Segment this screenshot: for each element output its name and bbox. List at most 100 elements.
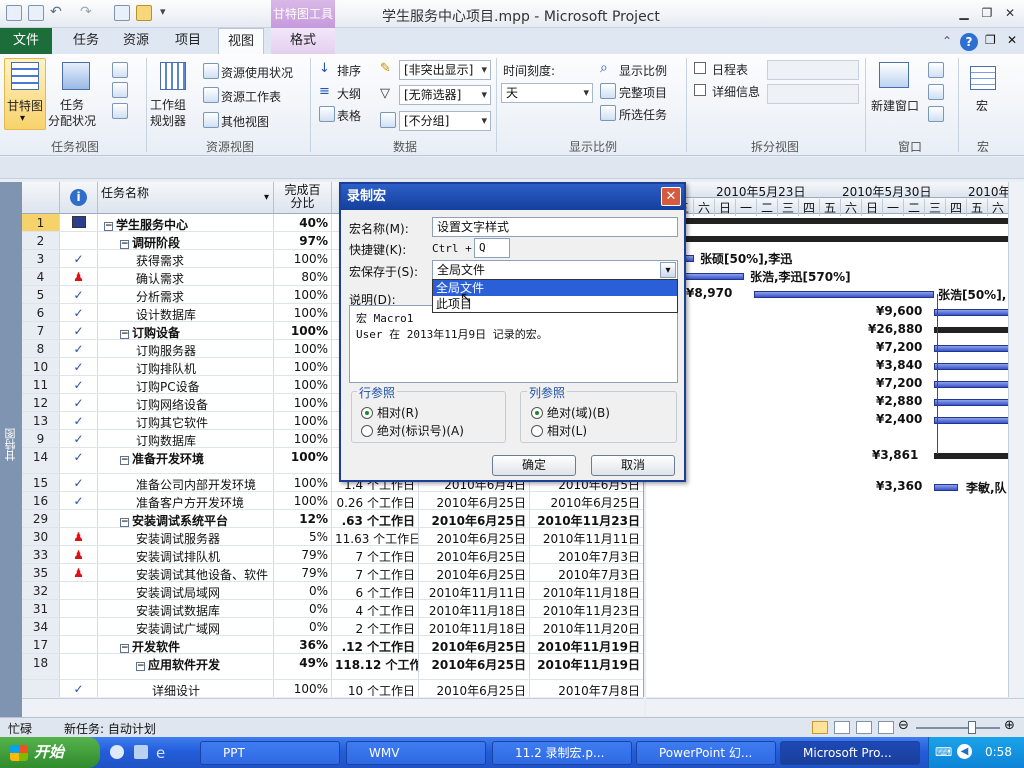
close-window-button[interactable]: ✕ (1002, 6, 1018, 20)
col-absolute-radio[interactable]: 绝对(域)(B) (531, 404, 610, 421)
percent-complete-cell[interactable]: 12% (274, 510, 332, 527)
resource-sheet-button[interactable]: 资源工作表 (221, 88, 281, 105)
switch-windows-icon[interactable] (928, 62, 944, 78)
finish-cell[interactable]: 2010年11月23日 (530, 510, 643, 527)
percent-complete-cell[interactable]: 0% (274, 618, 332, 635)
row-id[interactable]: 16 (22, 492, 60, 509)
timeline-checkbox[interactable] (694, 62, 706, 74)
start-cell[interactable]: 2010年11月18日 (419, 618, 530, 635)
gantt-view-shortcut-icon[interactable] (812, 721, 828, 734)
row-id[interactable]: 31 (22, 600, 60, 617)
table-row[interactable]: 18−应用软件开发49%118.12 个工作日2010年6月25日2010年11… (22, 654, 643, 680)
percent-complete-cell[interactable]: 100% (274, 412, 332, 429)
table-row[interactable]: 31 安装调试数据库 0% 4 个工作日 2010年11月18日 2010年11月23日 (22, 600, 643, 618)
row-id[interactable]: 17 (22, 636, 60, 653)
task-name-cell[interactable]: 订购PC设备 (98, 376, 274, 393)
task-usage-button[interactable]: 任务 分配状况 (48, 97, 96, 129)
project-app-icon[interactable] (6, 5, 22, 21)
duration-cell[interactable]: 4 个工作日 (332, 600, 419, 617)
percent-complete-cell[interactable]: 100% (274, 322, 332, 339)
tab-project[interactable]: 项目 (168, 28, 208, 54)
table-row[interactable]: 17− 开发软件 36% .12 个工作日 2010年6月25日 2010年11月19日 (22, 636, 643, 654)
details-checkbox[interactable] (694, 84, 706, 96)
quicklaunch-icon[interactable] (110, 745, 124, 759)
tab-view[interactable]: 视图 (218, 28, 264, 54)
summary-bar[interactable] (646, 236, 1024, 242)
row-id[interactable]: 6 (22, 304, 60, 321)
collapse-toggle-icon[interactable]: − (120, 330, 129, 339)
zoom-in-icon[interactable]: ⊕ (1004, 718, 1015, 733)
task-name-cell[interactable]: − 学生服务中心 (98, 214, 274, 231)
row-absolute-radio[interactable]: 绝对(标识号)(A) (361, 422, 464, 439)
duration-cell[interactable]: 0.26 个工作日 (332, 492, 419, 509)
percent-complete-cell[interactable]: 100% (274, 680, 332, 697)
details-combo[interactable] (767, 84, 859, 104)
row-id[interactable]: 15 (22, 474, 60, 491)
filter-combo[interactable]: [无筛选器] (399, 85, 491, 105)
tab-format[interactable]: 格式 (271, 28, 335, 54)
taskbar-item-project[interactable]: Microsoft Pro... (780, 741, 920, 765)
keyboard-icon[interactable]: ⌨ (935, 745, 952, 759)
timeline-combo[interactable] (767, 60, 859, 80)
row-id[interactable]: 33 (22, 546, 60, 563)
new-file-icon[interactable] (114, 5, 130, 21)
taskbar-item-wmv-folder[interactable]: WMV (346, 741, 486, 765)
row-id[interactable]: 32 (22, 582, 60, 599)
percent-complete-cell[interactable]: 100% (274, 430, 332, 447)
task-name-cell[interactable]: 安装调试广域网 (98, 618, 274, 635)
row-id[interactable]: 2 (22, 232, 60, 249)
gantt-horizontal-scrollbar[interactable] (646, 698, 1024, 716)
percent-complete-cell[interactable]: 100% (274, 492, 332, 509)
taskbar-item-ppt-folder[interactable]: PPT (200, 741, 340, 765)
percent-complete-cell[interactable]: 0% (274, 582, 332, 599)
doc-restore-icon[interactable]: ❐ (985, 33, 996, 47)
finish-cell[interactable]: 2010年11月19日 (530, 636, 643, 653)
start-cell[interactable]: 2010年11月18日 (419, 600, 530, 617)
tab-resource[interactable]: 资源 (116, 28, 156, 54)
start-cell[interactable]: 2010年6月25日 (419, 510, 530, 527)
percent-complete-cell[interactable]: 100% (274, 304, 332, 321)
finish-cell[interactable]: 2010年7月8日 (530, 680, 643, 697)
new-tasks-mode[interactable]: 新任务: 自动计划 (64, 720, 156, 737)
task-name-cell[interactable]: 安装调试局域网 (98, 582, 274, 599)
table-row[interactable]: 30 ♟ 安装调试服务器 5% 11.63 个工作日 2010年6月25日 2010年11月… (22, 528, 643, 546)
save-icon[interactable] (28, 5, 44, 21)
collapse-toggle-icon[interactable]: − (120, 456, 129, 465)
percent-complete-cell[interactable]: 36% (274, 636, 332, 653)
tables-button[interactable]: 表格 (337, 107, 361, 124)
collapse-toggle-icon[interactable]: − (104, 222, 113, 231)
task-name-cell[interactable]: − 安装调试系统平台 (98, 510, 274, 527)
task-name-cell[interactable]: 订购数据库 (98, 430, 274, 447)
task-bar[interactable] (934, 484, 958, 491)
ie-icon[interactable]: e (156, 744, 165, 762)
percent-complete-cell[interactable]: 100% (274, 376, 332, 393)
finish-cell[interactable]: 2010年7月3日 (530, 564, 643, 581)
percent-complete-cell[interactable]: 100% (274, 250, 332, 267)
macro-name-input[interactable]: 设置文字样式 (432, 217, 678, 237)
task-name-cell[interactable]: 订购其它软件 (98, 412, 274, 429)
tab-file[interactable]: 文件 (0, 28, 52, 54)
row-id[interactable]: 8 (22, 340, 60, 357)
quicklaunch-icon[interactable] (134, 745, 148, 759)
percent-complete-cell[interactable]: 97% (274, 232, 332, 249)
entire-project-button[interactable]: 完整项目 (619, 84, 667, 101)
selected-tasks-button[interactable]: 所选任务 (619, 106, 667, 123)
percent-complete-column-header[interactable]: 完成百 分比 (274, 182, 332, 214)
row-id[interactable]: 3 (22, 250, 60, 267)
row-id[interactable]: 34 (22, 618, 60, 635)
row-id[interactable]: 5 (22, 286, 60, 303)
duration-cell[interactable]: 6 个工作日 (332, 582, 419, 599)
collapse-ribbon-icon[interactable]: ⌃ (942, 34, 952, 48)
row-id[interactable]: 14 (22, 448, 60, 473)
percent-complete-cell[interactable]: 5% (274, 528, 332, 545)
vertical-scrollbar[interactable] (1008, 182, 1024, 697)
task-name-cell[interactable]: 安装调试排队机 (98, 546, 274, 563)
task-name-cell[interactable]: − 开发软件 (98, 636, 274, 653)
collapse-toggle-icon[interactable]: − (120, 644, 129, 653)
redo-icon[interactable]: ↷ (80, 4, 92, 20)
row-id[interactable]: 13 (22, 412, 60, 429)
calendar-icon[interactable] (112, 62, 128, 78)
highlight-combo[interactable]: [非突出显示] (399, 60, 491, 80)
description-textarea[interactable]: 宏 Macro1 User 在 2013年11月9日 记录的宏。 (349, 305, 678, 383)
duration-cell[interactable]: 118.12 个工作日 (332, 654, 419, 679)
